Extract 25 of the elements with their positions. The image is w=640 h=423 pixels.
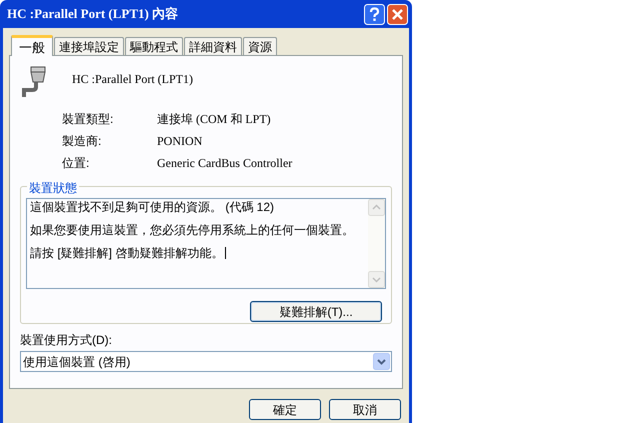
group-title: 裝置狀態 bbox=[27, 179, 79, 197]
tab[interactable]: 詳細資料 bbox=[184, 37, 242, 55]
tab[interactable]: 驅動程式 bbox=[125, 37, 183, 55]
troubleshoot-button[interactable]: 疑難排解(T)... bbox=[250, 301, 382, 322]
device-name: HC :Parallel Port (LPT1) bbox=[72, 71, 193, 88]
dialog-button[interactable]: 確定 bbox=[249, 399, 321, 420]
close-icon[interactable] bbox=[387, 4, 408, 24]
property-label: 製造商: bbox=[62, 133, 102, 150]
status-message: 請按 [疑難排解] 啓動疑難排解功能。 bbox=[30, 246, 224, 260]
tab[interactable]: 一般 bbox=[11, 35, 53, 56]
tab[interactable]: 資源 bbox=[243, 37, 277, 55]
device-usage-dropdown[interactable]: 使用這個裝置 (啓用) bbox=[20, 351, 392, 372]
property-value: PONION bbox=[157, 133, 204, 150]
usage-label: 裝置使用方式(D): bbox=[20, 332, 113, 349]
dialog-button[interactable]: 取消 bbox=[329, 399, 401, 420]
status-message: 這個裝置找不到足夠可使用的資源。 (代碼 12) bbox=[30, 200, 276, 214]
help-icon[interactable] bbox=[364, 4, 385, 24]
status-message: 如果您要使用這裝置，您必須先停用系統上的任何一個裝置。 bbox=[30, 223, 355, 237]
property-label: 位置: bbox=[62, 155, 90, 172]
property-value: Generic CardBus Controller bbox=[157, 155, 294, 172]
text-cursor bbox=[225, 247, 226, 259]
property-label: 裝置類型: bbox=[62, 111, 114, 128]
tab[interactable]: 連接埠設定 bbox=[54, 37, 124, 55]
window-title: HC :Parallel Port (LPT1) 內容 bbox=[7, 5, 178, 24]
property-value: 連接埠 (COM 和 LPT) bbox=[157, 111, 272, 128]
